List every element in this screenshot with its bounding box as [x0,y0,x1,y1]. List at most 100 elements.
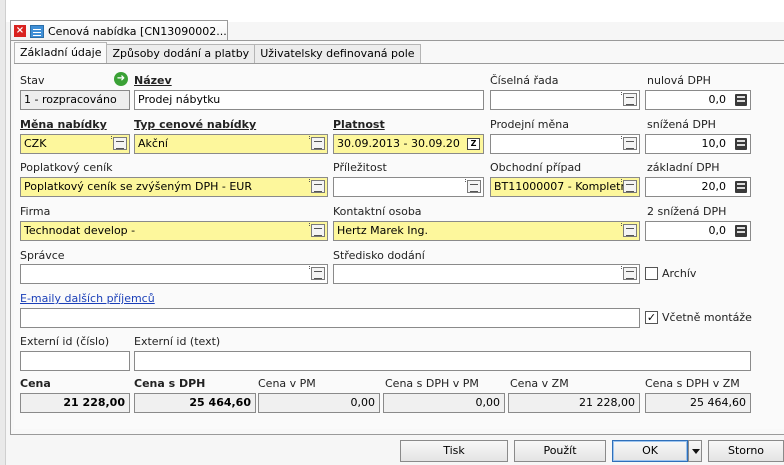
nulova-dph-value: 0,0 [708,93,727,106]
arrow-right-icon[interactable]: ➜ [114,72,128,86]
document-tab[interactable]: × Cenová nabídka [CN13090002... [10,20,228,41]
cena-pm-field: 0,00 [258,393,380,413]
spravce-label: Správce [20,249,65,262]
vcetne-montaze-checkbox[interactable]: ✓ [645,311,658,324]
calculator-icon[interactable] [735,225,747,237]
snizena2-dph-input[interactable]: 0,0 [645,221,751,241]
snizena-dph-input[interactable]: 10,0 [645,134,751,154]
picker-icon[interactable] [621,265,637,280]
tab-zpusoby-dodani[interactable]: Způsoby dodání a platby [106,44,256,64]
zakladni-dph-value: 20,0 [701,180,727,193]
chevron-down-icon[interactable] [688,440,702,462]
nazev-input[interactable]: Prodej nábytku [134,90,484,110]
poplatkovy-cenik-value: Poplatkový ceník se zvýšeným DPH - EUR [24,180,252,193]
zakladni-dph-input[interactable]: 20,0 [645,177,751,197]
cena-dph-zm-label: Cena s DPH v ZM [645,377,740,390]
prodejni-mena-input[interactable] [490,134,640,154]
ok-button[interactable]: OK [612,440,688,462]
calculator-icon[interactable] [735,94,747,106]
typ-value: Akční [138,137,168,150]
calculator-icon[interactable] [735,181,747,193]
ext-id-text-label: Externí id (text) [134,335,221,348]
cena-zm-label: Cena v ZM [510,377,569,390]
picker-icon[interactable] [309,265,325,280]
prilezitost-input[interactable] [333,177,484,197]
tab-uzivatelska-pole[interactable]: Uživatelsky definovaná pole [254,44,421,64]
title-strip [0,0,784,22]
platnost-value: 30.09.2013 - 30.09.20 [337,137,460,150]
obchodni-pripad-input[interactable]: BT11000007 - Kompletr [490,177,640,197]
snizena-dph-value: 10,0 [701,137,727,150]
mena-label: Měna nabídky [20,118,107,131]
picker-icon[interactable] [309,178,325,193]
left-border [0,0,6,465]
mena-input[interactable]: CZK [20,134,130,154]
poplatkovy-cenik-input[interactable]: Poplatkový ceník se zvýšeným DPH - EUR [20,177,328,197]
obchodni-pripad-label: Obchodní případ [490,161,582,174]
calculator-icon[interactable] [735,138,747,150]
ciselna-rada-input[interactable] [490,90,640,110]
poplatkovy-cenik-label: Poplatkový ceník [20,161,113,174]
ext-id-cislo-input[interactable] [20,351,130,371]
firma-label: Firma [20,205,51,218]
cena-zm-field: 21 228,00 [508,393,640,413]
tisk-button[interactable]: Tisk [400,440,508,462]
cena-label: Cena [20,377,51,390]
stav-field[interactable]: 1 - rozpracováno [20,90,130,110]
cena-value: 21 228,00 [63,396,125,409]
emaily-link[interactable]: E-maily dalších příjemců [20,292,155,305]
ext-id-text-input[interactable] [134,351,751,371]
cena-dph-pm-label: Cena s DPH v PM [385,377,479,390]
picker-icon[interactable] [465,178,481,193]
cena-pm-label: Cena v PM [258,377,316,390]
stredisko-input[interactable] [333,264,640,284]
stav-value: 1 - rozpracováno [24,93,117,106]
storno-button[interactable]: Storno [708,440,784,462]
obchodni-pripad-value: BT11000007 - Kompletr [494,180,625,193]
nulova-dph-label: nulová DPH [647,74,711,87]
stav-label: Stav [20,74,45,87]
picker-icon[interactable] [621,178,637,193]
picker-icon[interactable] [309,135,325,150]
zakladni-dph-label: základní DPH [647,161,720,174]
cena-dph-label: Cena s DPH [134,377,206,390]
cena-dph-value: 25 464,60 [189,396,251,409]
nazev-label: Název [134,74,172,87]
cena-pm-value: 0,00 [350,396,376,409]
section-tabs: Základní údaje Způsoby dodání a platby U… [14,42,421,64]
emaily-input[interactable] [20,308,640,328]
document-tab-title: Cenová nabídka [CN13090002... [48,24,227,38]
picker-icon[interactable] [309,222,325,237]
vcetne-montaze-label: Včetně montáže [662,311,752,324]
nulova-dph-input[interactable]: 0,0 [645,90,751,110]
snizena2-dph-label: 2 snížená DPH [647,205,727,218]
quote-document-icon [30,24,44,38]
prodejni-mena-label: Prodejní měna [490,118,569,131]
snizena2-dph-value: 0,0 [708,224,727,237]
tab-zakladni-udaje[interactable]: Základní údaje [14,42,108,64]
typ-input[interactable]: Akční [134,134,328,154]
stredisko-label: Středisko dodání [333,249,425,262]
picker-icon[interactable] [621,91,637,106]
archiv-label: Archív [662,267,697,280]
cena-dph-zm-field: 25 464,60 [645,393,751,413]
firma-value: Technodat develop - [24,224,136,237]
typ-label: Typ cenové nabídky [134,118,257,131]
cena-zm-value: 21 228,00 [579,396,635,409]
kontaktni-osoba-label: Kontaktní osoba [333,205,422,218]
firma-input[interactable]: Technodat develop - [20,221,328,241]
window: × Cenová nabídka [CN13090002... Základní… [0,0,784,465]
close-icon[interactable]: × [14,25,26,37]
picker-icon[interactable] [621,222,637,237]
cena-dph-pm-field: 0,00 [383,393,505,413]
kontaktni-osoba-input[interactable]: Hertz Marek Ing. [333,221,640,241]
picker-icon[interactable] [621,135,637,150]
spravce-input[interactable] [20,264,328,284]
pouzit-button[interactable]: Použít [514,440,606,462]
platnost-input[interactable]: 30.09.2013 - 30.09.20 Z [333,134,484,154]
cena-dph-field: 25 464,60 [134,393,256,413]
archiv-checkbox[interactable] [645,267,658,280]
picker-icon[interactable] [111,135,127,150]
prilezitost-label: Příležitost [333,161,387,174]
calendar-icon[interactable]: Z [467,138,480,150]
